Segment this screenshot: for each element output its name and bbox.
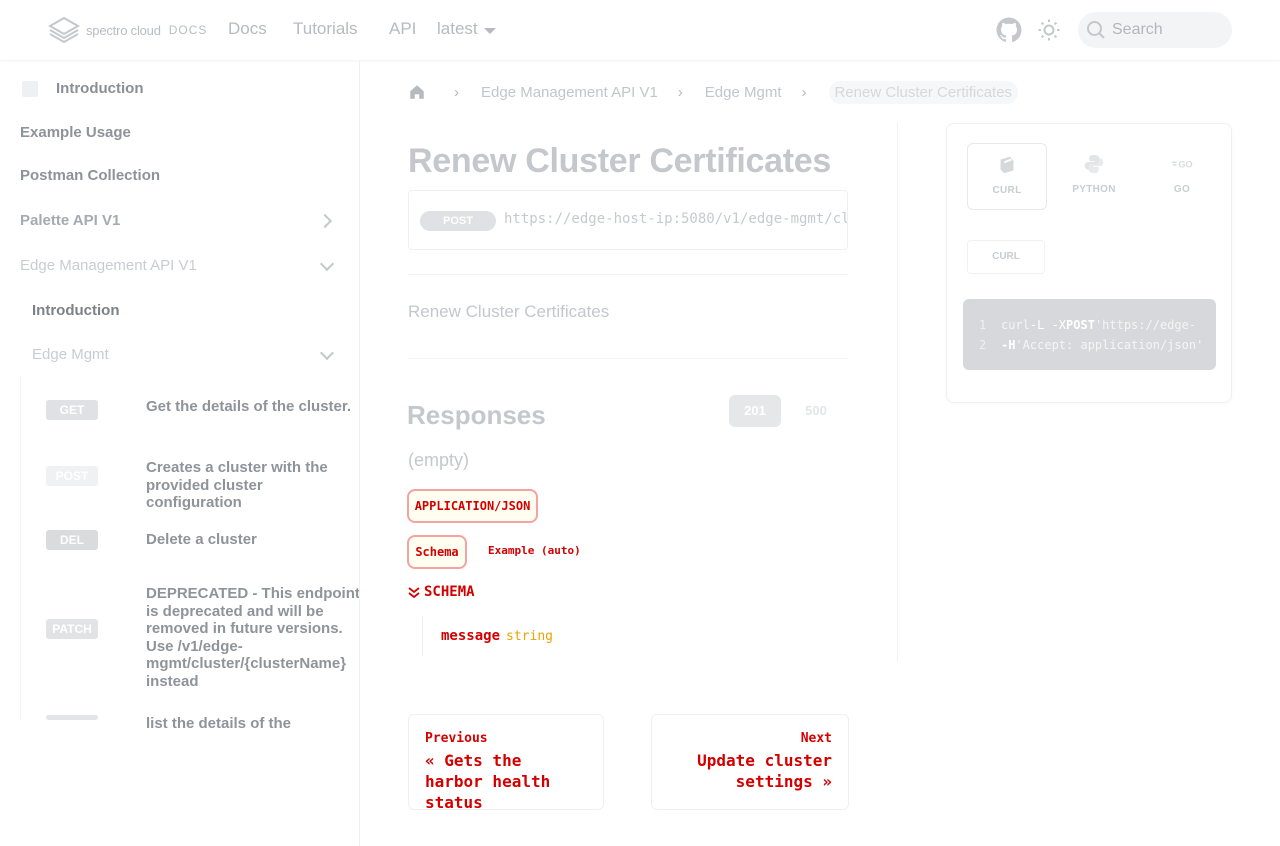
method-badge <box>46 715 98 720</box>
endpoint-label: Creates a cluster with the provided clus… <box>146 459 328 511</box>
response-code-tab-500[interactable]: 500 <box>790 395 842 427</box>
pager-next-label: Update cluster settings » <box>697 751 832 791</box>
endpoint-url: https://edge-host-ip:5080/v1/edge-mgmt/c… <box>504 211 847 227</box>
intro-icon <box>22 81 38 97</box>
tab-example-auto[interactable]: Example (auto) <box>488 544 581 557</box>
code-line: 2 -H 'Accept: application/json' <box>979 335 1216 355</box>
method-badge-del: DEL <box>46 530 98 550</box>
page-title: Renew Cluster Certificates <box>408 142 832 180</box>
chevron-down-icon[interactable] <box>319 345 335 361</box>
response-body-empty: (empty) <box>408 450 470 470</box>
python-icon <box>1084 154 1104 174</box>
method-badge-post: POST <box>46 466 98 486</box>
lang-tab-curl[interactable]: CURL <box>967 143 1047 210</box>
endpoint-url-box: POST https://edge-host-ip:5080/v1/edge-m… <box>408 190 848 250</box>
home-icon[interactable] <box>408 83 426 101</box>
method-badge-get: GET <box>46 400 98 420</box>
breadcrumb-item[interactable]: Edge Management API V1 <box>481 84 658 101</box>
spectro-logo-icon <box>48 16 80 44</box>
pager-next-sub: Next <box>800 731 832 746</box>
theme-toggle-sun-icon[interactable] <box>1037 18 1061 42</box>
responses-title: Responses <box>407 400 546 430</box>
sidebar-item-introduction[interactable]: Introduction <box>56 80 143 97</box>
chevron-down-icon[interactable] <box>319 256 335 272</box>
breadcrumb-separator: › <box>677 83 683 101</box>
breadcrumb-separator: › <box>801 83 807 101</box>
endpoint-label: Delete a cluster <box>146 531 257 548</box>
method-badge-patch: PATCH <box>46 619 98 639</box>
sidebar: Introduction Example Usage Postman Colle… <box>0 60 360 846</box>
sidebar-item-edge-introduction[interactable]: Introduction <box>32 302 119 319</box>
search-input[interactable] <box>1112 21 1222 39</box>
endpoint-label: Get the details of the cluster. <box>146 398 352 415</box>
nav-link-api[interactable]: API <box>389 19 416 39</box>
property-name: message <box>441 628 501 644</box>
line-number: 1 <box>979 318 987 332</box>
endpoint-label: DEPRECATED - This endpoint is deprecated… <box>146 585 360 690</box>
property-type: string <box>506 628 553 644</box>
pager-previous-sub: Previous <box>425 731 488 746</box>
schema-property-row: message string <box>422 616 553 656</box>
pager-next[interactable]: Next Update cluster settings » <box>651 714 849 810</box>
nav-link-docs[interactable]: Docs <box>228 19 267 39</box>
lang-label: PYTHON <box>1072 184 1116 195</box>
content-type-badge[interactable]: APPLICATION/JSON <box>407 489 538 523</box>
breadcrumb-current: Renew Cluster Certificates <box>828 80 1019 104</box>
logo-text: spectro cloud <box>86 22 161 38</box>
caret-down-icon <box>483 27 496 34</box>
lang-tab-python[interactable]: PYTHON <box>1054 143 1134 210</box>
chevron-down-icon <box>408 587 420 598</box>
pager-previous-label: « Gets the harbor health status <box>425 751 551 812</box>
endpoint-label: list the details of the <box>146 715 292 732</box>
code-token: 'https://edge- <box>1094 318 1197 332</box>
go-icon: GO <box>1171 160 1193 170</box>
column-divider <box>897 122 898 662</box>
logo-docs-text: DOCS <box>168 23 208 37</box>
sidebar-item-edge-management-api[interactable]: Edge Management API V1 <box>20 257 197 274</box>
divider <box>408 358 848 359</box>
sidebar-item-postman-collection[interactable]: Postman Collection <box>20 167 160 184</box>
schema-label: SCHEMA <box>424 584 475 600</box>
code-block: 1 curl -L -X POST 'https://edge- 2 -H 'A… <box>963 299 1216 370</box>
top-navbar: spectro cloud DOCS Docs Tutorials API la… <box>0 0 1280 60</box>
code-sample-panel: CURL PYTHON GO GO CURL 1 curl -L -X POST <box>946 123 1232 403</box>
spectro-cloud-logo[interactable]: spectro cloud DOCS <box>48 16 207 44</box>
version-label: latest <box>437 19 478 38</box>
lang-label: CURL <box>992 185 1022 196</box>
response-code-tab-201[interactable]: 201 <box>729 395 781 427</box>
sidebar-item-edge-mgmt[interactable]: Edge Mgmt <box>32 346 109 363</box>
breadcrumb-item[interactable]: Edge Mgmt <box>705 84 782 101</box>
endpoint-list: GET Get the details of the cluster. POST… <box>20 376 360 732</box>
variant-tab-curl[interactable]: CURL <box>967 240 1045 274</box>
divider <box>408 274 848 275</box>
sidebar-item-palette-api[interactable]: Palette API V1 <box>20 212 120 229</box>
schema-toggle[interactable]: SCHEMA <box>408 584 475 600</box>
svg-text:GO: GO <box>1178 160 1192 170</box>
code-token: POST <box>1066 318 1095 332</box>
github-icon[interactable] <box>996 17 1022 43</box>
code-token: -H <box>1001 338 1016 352</box>
search-icon <box>1087 21 1105 39</box>
lang-tab-go[interactable]: GO GO <box>1142 143 1222 210</box>
sidebar-item-example-usage[interactable]: Example Usage <box>20 124 131 141</box>
main-content: › Edge Management API V1 › Edge Mgmt › R… <box>360 60 1280 846</box>
chevron-right-icon[interactable] <box>317 213 333 229</box>
nav-link-tutorials[interactable]: Tutorials <box>293 19 358 39</box>
code-token: -L -X <box>1029 318 1067 332</box>
code-line: 1 curl -L -X POST 'https://edge- <box>979 315 1216 335</box>
method-badge-post: POST <box>420 211 496 231</box>
tab-schema[interactable]: Schema <box>407 535 467 569</box>
lang-label: GO <box>1173 184 1191 195</box>
endpoint-description: Renew Cluster Certificates <box>408 302 610 321</box>
search-box[interactable] <box>1078 12 1232 48</box>
pager-previous[interactable]: Previous « Gets the harbor health status <box>408 714 604 812</box>
code-token: 'Accept: application/json' <box>1015 338 1204 352</box>
curl-icon <box>1000 156 1014 174</box>
version-dropdown[interactable]: latest <box>437 19 496 39</box>
code-token: curl <box>1001 318 1030 332</box>
line-number: 2 <box>979 338 987 352</box>
breadcrumb: › Edge Management API V1 › Edge Mgmt › R… <box>408 80 1019 104</box>
breadcrumb-separator: › <box>454 83 459 101</box>
